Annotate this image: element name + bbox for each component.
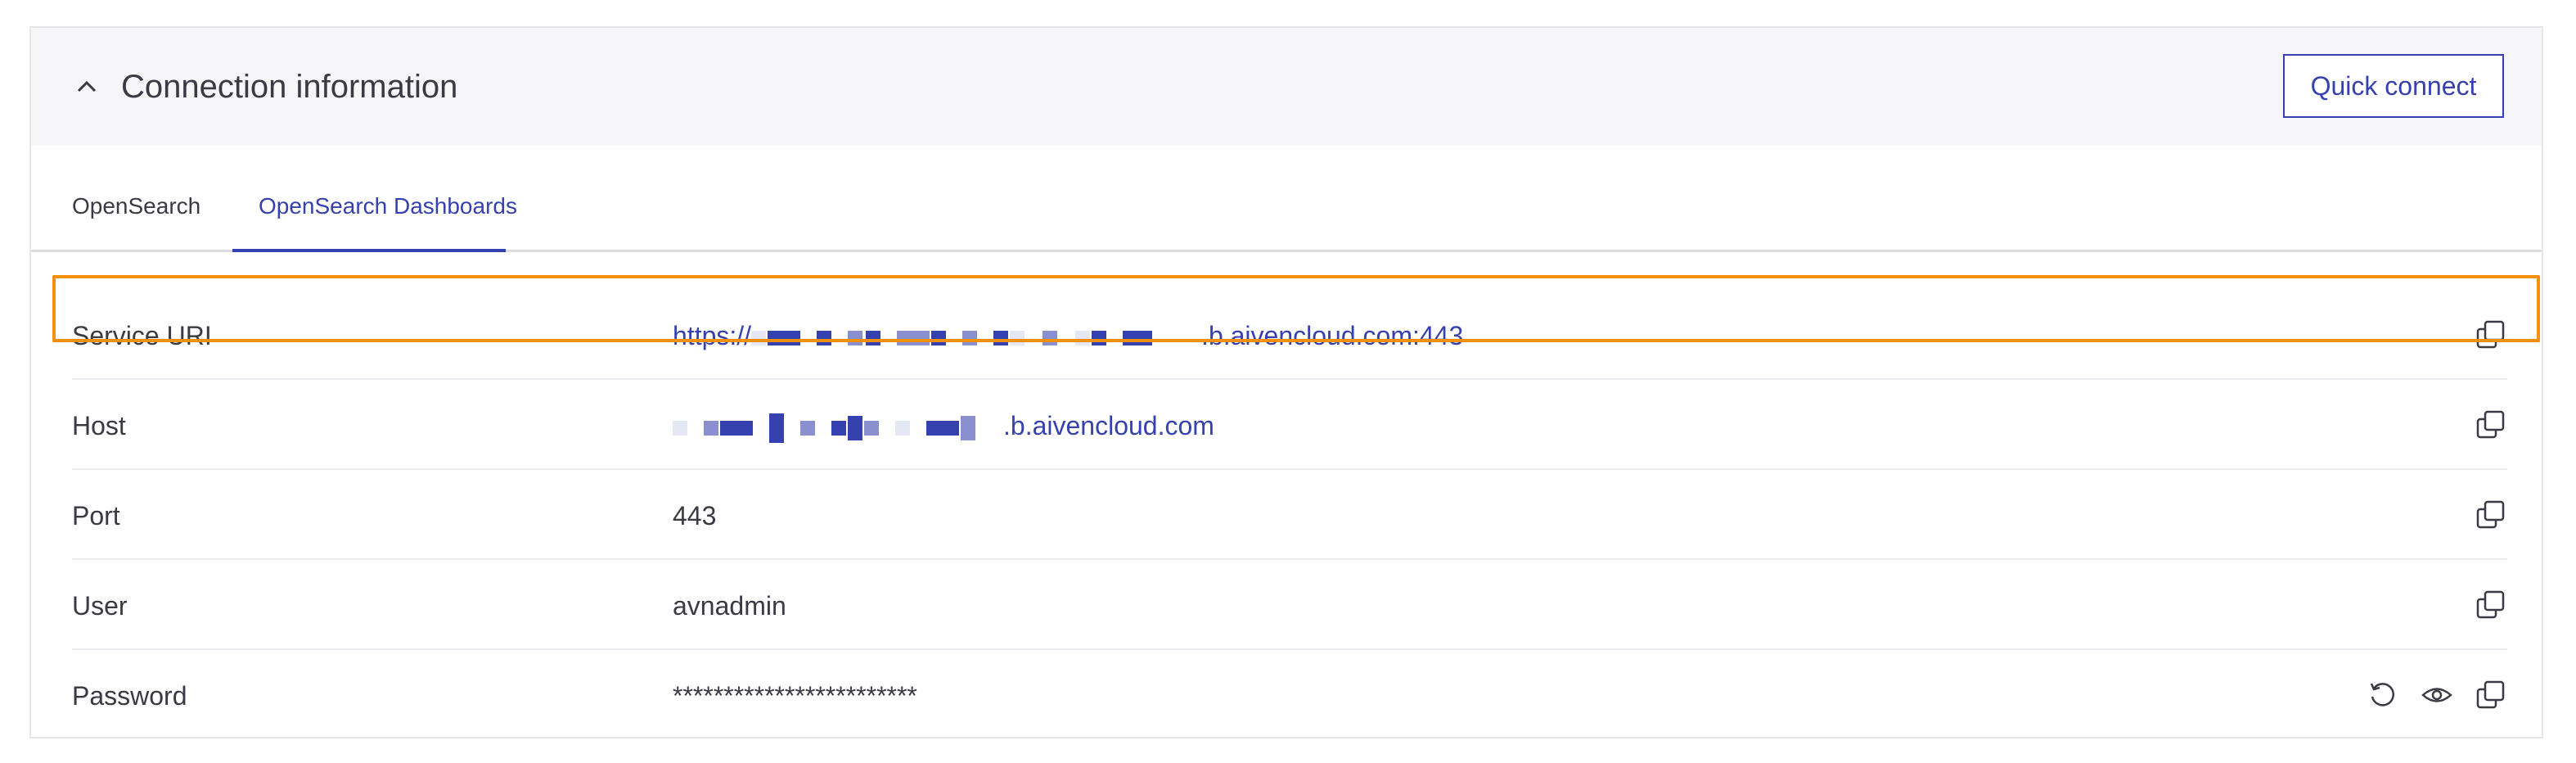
quick-connect-button[interactable]: Quick connect	[2283, 54, 2504, 118]
row-actions	[2475, 585, 2507, 625]
copy-icon[interactable]	[2475, 589, 2507, 621]
tab-opensearch-dashboards[interactable]: OpenSearch Dashboards	[259, 192, 517, 221]
user-value: avnadmin	[673, 591, 786, 621]
reset-icon[interactable]	[2367, 679, 2399, 711]
row-actions	[2367, 675, 2507, 716]
chevron-up-icon[interactable]	[72, 72, 101, 102]
panel-header: Connection information Quick connect	[31, 28, 2542, 146]
field-row-user: User avnadmin	[72, 560, 2507, 650]
port-value: 443	[673, 501, 717, 530]
copy-icon[interactable]	[2475, 679, 2507, 711]
tab-opensearch[interactable]: OpenSearch	[72, 192, 200, 221]
host-value[interactable]: .b.aivencloud.com	[673, 409, 1214, 443]
panel-title: Connection information	[121, 69, 458, 105]
field-label: User	[72, 591, 128, 621]
field-row-port: Port 443	[72, 470, 2507, 560]
service-uri-value[interactable]: https:// .b.aivencloud.com:443	[673, 319, 1463, 352]
connection-tabs: OpenSearch OpenSearch Dashboards	[31, 146, 2542, 252]
copy-icon[interactable]	[2475, 409, 2507, 441]
eye-icon[interactable]	[2421, 679, 2453, 711]
row-actions	[2475, 404, 2507, 445]
copy-icon[interactable]	[2475, 499, 2507, 531]
service-uri-suffix: .b.aivencloud.com:443	[1201, 321, 1464, 350]
field-label: Password	[72, 681, 187, 711]
connection-info-panel: Connection information Quick connect Ope…	[29, 26, 2543, 738]
row-actions	[2475, 314, 2507, 355]
host-suffix: .b.aivencloud.com	[1003, 411, 1214, 440]
field-row-host: Host .b.aivencloud.com	[72, 380, 2507, 470]
redacted-segment	[751, 330, 1201, 345]
field-row-password: Password ************************	[72, 650, 2507, 740]
field-row-service-uri: Service URI https:// .b.aivencloud.com:4…	[72, 290, 2507, 380]
active-tab-indicator	[232, 249, 506, 252]
field-label: Host	[72, 411, 126, 440]
redacted-segment	[673, 413, 1003, 443]
service-uri-prefix: https://	[673, 321, 752, 350]
field-label: Service URI	[72, 321, 212, 350]
row-actions	[2475, 494, 2507, 535]
password-value: ************************	[673, 681, 917, 711]
copy-icon[interactable]	[2475, 318, 2507, 351]
field-label: Port	[72, 501, 120, 530]
